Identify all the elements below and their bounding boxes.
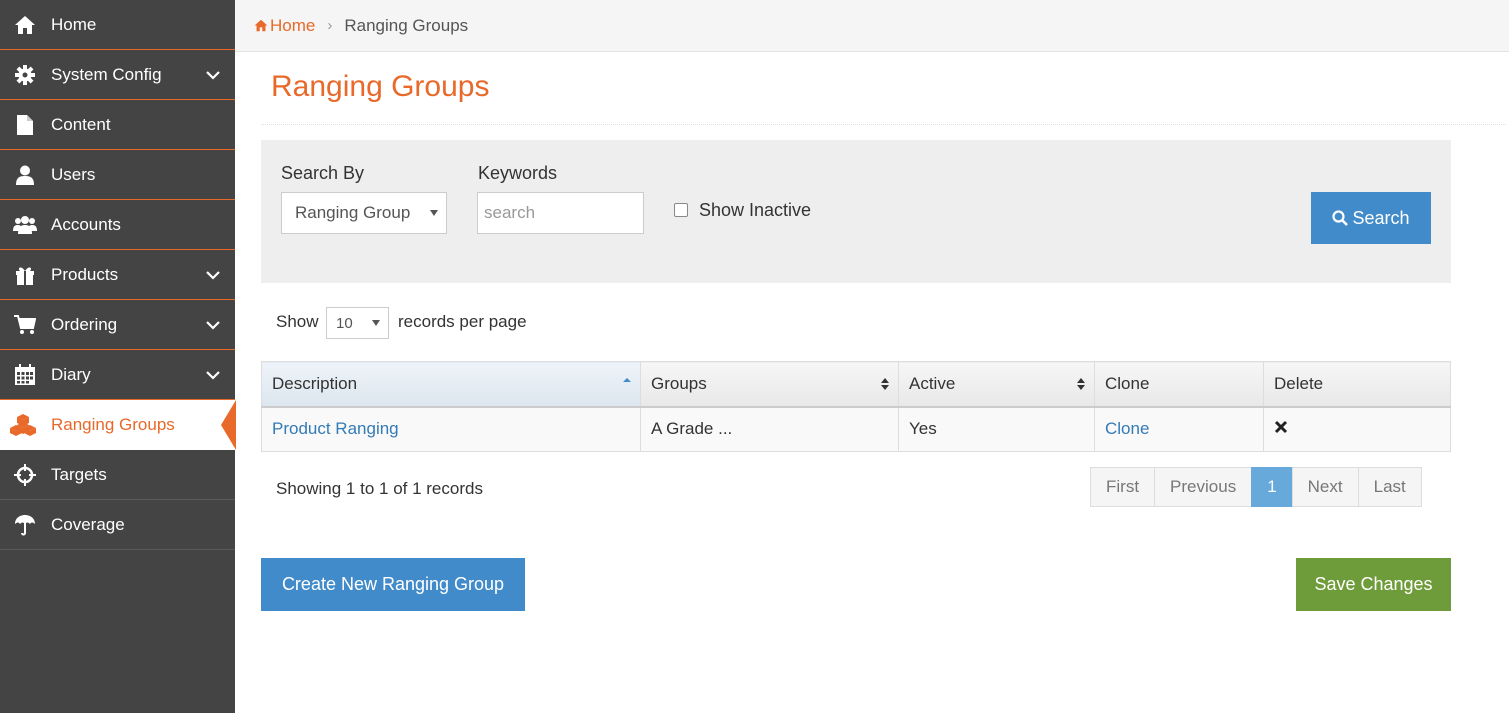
column-header-groups[interactable]: Groups: [640, 361, 899, 408]
column-header-clone: Clone: [1094, 361, 1264, 408]
sidebar-item-coverage[interactable]: Coverage: [0, 500, 235, 550]
save-button-label: Save Changes: [1314, 574, 1433, 594]
search-icon: [1332, 210, 1349, 226]
column-header-label: Groups: [651, 373, 707, 393]
breadcrumb-current: Ranging Groups: [344, 15, 469, 35]
breadcrumb-home-label: Home: [270, 15, 316, 35]
sidebar-item-home[interactable]: Home: [0, 0, 235, 50]
column-header-label: Description: [272, 373, 358, 393]
chevron-down-icon: [206, 271, 220, 280]
search-by-value: Ranging Group: [295, 203, 411, 222]
sidebar-item-label: Users: [51, 164, 96, 184]
users-icon: [13, 213, 37, 237]
page-previous-button[interactable]: Previous: [1154, 467, 1253, 507]
save-changes-button[interactable]: Save Changes: [1296, 558, 1451, 611]
cubes-icon: [9, 413, 37, 437]
show-label: Show: [276, 312, 319, 331]
records-per-page-label: records per page: [398, 312, 527, 331]
column-header-label: Active: [909, 373, 956, 393]
sidebar-item-label: Products: [51, 264, 119, 284]
page-last-button[interactable]: Last: [1357, 467, 1422, 507]
show-inactive-label: Show Inactive: [699, 200, 812, 220]
clone-link[interactable]: Clone: [1105, 419, 1149, 438]
caret-down-icon: [372, 320, 380, 326]
chevron-down-icon: [206, 371, 220, 380]
sidebar-item-content[interactable]: Content: [0, 100, 235, 150]
title-divider: [261, 124, 1506, 125]
breadcrumb-home-link[interactable]: Home: [254, 16, 315, 36]
crosshairs-icon: [13, 463, 37, 487]
sidebar-item-accounts[interactable]: Accounts: [0, 200, 235, 250]
create-button-label: Create New Ranging Group: [281, 574, 505, 594]
sidebar-item-label: Accounts: [51, 214, 121, 234]
gift-icon: [13, 263, 37, 287]
home-icon: [13, 13, 37, 37]
search-panel: Search By Ranging Group Keywords Show In…: [261, 140, 1451, 283]
sidebar-item-label: Targets: [51, 464, 107, 484]
sidebar-item-system-config[interactable]: System Config: [0, 50, 235, 100]
search-by-label: Search By: [281, 163, 365, 183]
table-header-row: Description Groups Active Clone Delete: [261, 361, 1451, 408]
sidebar-item-label: Ordering: [51, 314, 118, 334]
page-number-button[interactable]: 1: [1251, 467, 1293, 507]
keywords-input[interactable]: [477, 192, 644, 234]
sidebar-item-label: System Config: [51, 64, 162, 84]
search-by-select[interactable]: Ranging Group: [281, 192, 447, 234]
ranging-groups-table: Description Groups Active Clone Delete P…: [261, 361, 1451, 452]
keywords-label: Keywords: [478, 163, 558, 183]
file-icon: [13, 113, 37, 137]
column-header-label: Clone: [1105, 373, 1150, 393]
cell-delete: [1263, 406, 1451, 452]
sort-icon: [881, 378, 889, 390]
column-header-active[interactable]: Active: [898, 361, 1095, 408]
sidebar-item-label: Ranging Groups: [51, 414, 175, 434]
search-button[interactable]: Search: [1311, 192, 1431, 244]
sidebar: Home System Config Content Users Account…: [0, 0, 236, 713]
gear-icon: [13, 63, 37, 87]
chevron-down-icon: [206, 71, 220, 80]
create-ranging-group-button[interactable]: Create New Ranging Group: [261, 558, 525, 611]
user-icon: [13, 163, 37, 187]
cell-description: Product Ranging: [261, 406, 641, 452]
page-next-button[interactable]: Next: [1291, 467, 1359, 507]
delete-icon[interactable]: [1274, 420, 1288, 434]
sort-icon: [1077, 378, 1085, 390]
show-inactive-checkbox[interactable]: [674, 203, 688, 217]
sidebar-item-label: Home: [51, 14, 97, 34]
cell-groups: A Grade ...: [640, 406, 899, 452]
search-button-label: Search: [1352, 207, 1410, 228]
sidebar-item-targets[interactable]: Targets: [0, 450, 235, 500]
page-title: Ranging Groups: [271, 70, 490, 103]
records-per-page-value: 10: [336, 314, 353, 332]
sidebar-item-products[interactable]: Products: [0, 250, 235, 300]
cell-clone: Clone: [1094, 406, 1264, 452]
chevron-down-icon: [206, 321, 220, 330]
calendar-icon: [13, 363, 37, 387]
breadcrumb-separator-icon: ›: [327, 17, 333, 34]
column-header-delete: Delete: [1263, 361, 1451, 408]
records-summary: Showing 1 to 1 of 1 records: [276, 479, 483, 498]
records-per-page-select[interactable]: 10: [326, 307, 389, 339]
sidebar-item-users[interactable]: Users: [0, 150, 235, 200]
umbrella-icon: [13, 513, 37, 537]
home-icon: [254, 19, 268, 32]
description-link[interactable]: Product Ranging: [272, 419, 399, 438]
pagination: First Previous 1 Next Last: [1090, 467, 1422, 507]
table-row: Product Ranging A Grade ... Yes Clone: [261, 406, 1451, 452]
sidebar-item-label: Diary: [51, 364, 91, 384]
sidebar-item-ranging-groups[interactable]: Ranging Groups: [0, 400, 236, 450]
sidebar-item-label: Coverage: [51, 514, 125, 534]
caret-down-icon: [430, 210, 438, 216]
sidebar-item-label: Content: [51, 114, 111, 134]
column-header-description[interactable]: Description: [261, 361, 641, 408]
cell-active: Yes: [898, 406, 1095, 452]
sort-asc-icon: [623, 378, 631, 382]
column-header-label: Delete: [1274, 373, 1324, 393]
page-first-button[interactable]: First: [1090, 467, 1156, 507]
sidebar-item-diary[interactable]: Diary: [0, 350, 235, 400]
breadcrumb: Home › Ranging Groups: [235, 0, 1509, 52]
sidebar-item-ordering[interactable]: Ordering: [0, 300, 235, 350]
cart-icon: [13, 313, 37, 337]
